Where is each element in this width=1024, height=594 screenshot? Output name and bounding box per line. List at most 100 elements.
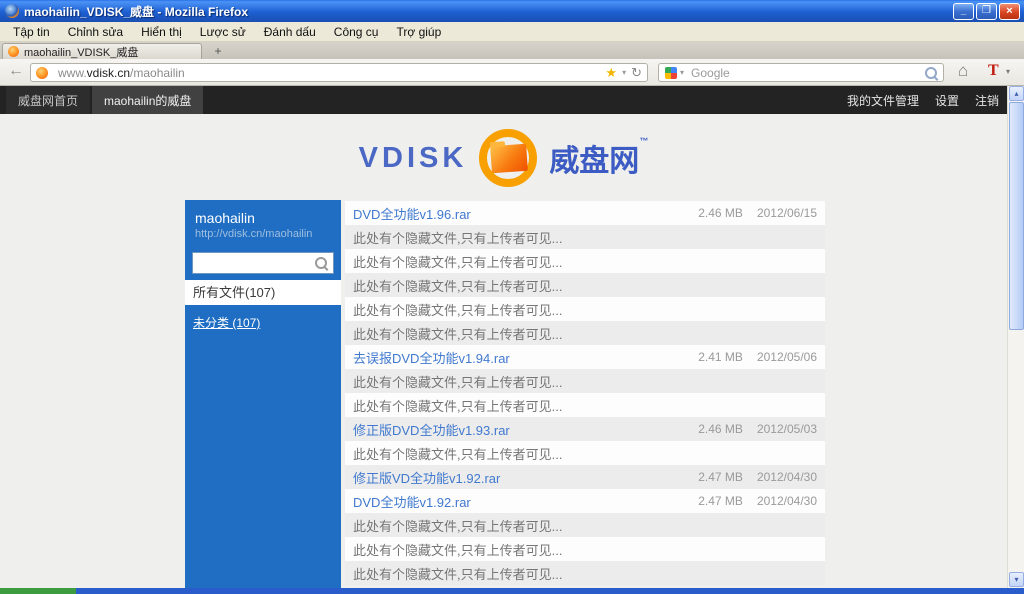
vdisk-favicon [8, 46, 19, 57]
hidden-file-text: 此处有个隐藏文件,只有上传者可见... [353, 254, 563, 270]
addon-t-button[interactable]: T [988, 62, 999, 80]
file-date: 2012/06/15 [756, 206, 817, 220]
file-size: 2.46 MB [698, 422, 743, 436]
file-row: 修正版DVD全功能v1.93.rar 2.46 MB 2012/05/03 [345, 417, 825, 441]
hidden-file-row: 此处有个隐藏文件,只有上传者可见... [345, 297, 825, 321]
hidden-file-row: 此处有个隐藏文件,只有上传者可见... [345, 393, 825, 417]
hidden-file-row: 此处有个隐藏文件,只有上传者可见... [345, 225, 825, 249]
file-link[interactable]: 去误报DVD全功能v1.94.rar [353, 348, 698, 367]
sidebar-all-files[interactable]: 所有文件(107) [185, 280, 341, 305]
file-list: DVD全功能v1.96.rar 2.46 MB 2012/06/15 此处有个隐藏文件… [345, 201, 825, 585]
hidden-file-text: 此处有个隐藏文件,只有上传者可见... [353, 566, 563, 582]
hidden-file-row: 此处有个隐藏文件,只有上传者可见... [345, 561, 825, 585]
file-row: DVD全功能v1.92.rar 2.47 MB 2012/04/30 [345, 489, 825, 513]
file-link[interactable]: 修正版VD全功能v1.92.rar [353, 468, 698, 487]
hidden-file-row: 此处有个隐藏文件,只有上传者可见... [345, 513, 825, 537]
logo-latin-text: VDISK [358, 141, 468, 174]
site-tab-my-vdisk[interactable]: maohailin的威盘 [92, 86, 204, 114]
file-size: 2.46 MB [698, 206, 743, 220]
url-path: /maohailin [130, 65, 185, 80]
user-sidebar: maohailin http://vdisk.cn/maohailin 所有文件… [185, 200, 341, 588]
google-engine-icon[interactable] [665, 66, 677, 79]
minimize-button[interactable]: _ [953, 3, 974, 20]
folder-icon [490, 143, 529, 174]
site-nav-link[interactable]: 设置 [935, 92, 959, 109]
sidebar-search-input[interactable] [192, 252, 334, 274]
hidden-file-row: 此处有个隐藏文件,只有上传者可见... [345, 369, 825, 393]
menu-item[interactable]: Công cụ [325, 25, 388, 39]
file-link[interactable]: DVD全功能v1.96.rar [353, 204, 698, 223]
file-link[interactable]: DVD全功能v1.92.rar [353, 492, 698, 511]
home-button[interactable]: ⌂ [958, 61, 968, 81]
reload-icon[interactable]: ↻ [631, 65, 642, 81]
engine-dropdown-icon[interactable]: ▾ [680, 68, 684, 77]
file-date: 2012/04/30 [756, 494, 817, 508]
url-dropdown-icon[interactable]: ▾ [622, 68, 626, 77]
site-tabs: 威盘网首页 maohailin的威盘 [6, 86, 204, 114]
new-tab-button[interactable]: + [207, 43, 229, 59]
vdisk-logo: VDISK 威盘网™ [0, 122, 1007, 194]
sidebar-uncategorized-link[interactable]: 未分类 (107) [193, 314, 260, 331]
hidden-file-text: 此处有个隐藏文件,只有上传者可见... [353, 542, 563, 558]
menu-item[interactable]: Trợ giúp [387, 25, 450, 39]
restore-button[interactable]: ❒ [976, 3, 997, 20]
sidebar-profile-url: http://vdisk.cn/maohailin [195, 228, 313, 240]
file-link[interactable]: 修正版DVD全功能v1.93.rar [353, 420, 698, 439]
file-size: 2.47 MB [698, 470, 743, 484]
hidden-file-text: 此处有个隐藏文件,只有上传者可见... [353, 278, 563, 294]
search-placeholder: Google [691, 65, 730, 80]
start-button[interactable] [0, 588, 76, 594]
back-button[interactable]: ← [8, 62, 24, 80]
hidden-file-text: 此处有个隐藏文件,只有上传者可见... [353, 374, 563, 390]
scroll-down-button[interactable]: ▾ [1009, 572, 1024, 587]
site-tab-home[interactable]: 威盘网首页 [6, 86, 91, 114]
site-links: 我的文件管理 设置 注销 [847, 86, 999, 114]
file-row: 去误报DVD全功能v1.94.rar 2.41 MB 2012/05/06 [345, 345, 825, 369]
firefox-icon [5, 4, 19, 18]
logo-folder-icon [479, 129, 538, 187]
window-controls: _ ❒ × [953, 3, 1020, 20]
tab-strip: maohailin_VDISK_威盘 + [0, 42, 1024, 59]
file-date: 2012/05/03 [756, 422, 817, 436]
menu-item[interactable]: Đánh dấu [255, 25, 325, 39]
title-bar: maohailin_VDISK_威盘 - Mozilla Firefox _ ❒… [0, 0, 1024, 22]
file-size: 2.47 MB [698, 494, 743, 508]
menu-item[interactable]: Lược sử [191, 25, 255, 39]
hidden-file-text: 此处有个隐藏文件,只有上传者可见... [353, 446, 563, 462]
site-nav-link[interactable]: 我的文件管理 [847, 92, 919, 109]
hidden-file-row: 此处有个隐藏文件,只有上传者可见... [345, 273, 825, 297]
addon-dropdown-icon[interactable]: ▾ [1006, 67, 1010, 76]
search-icon[interactable] [925, 66, 937, 79]
menu-item[interactable]: Chỉnh sửa [59, 25, 132, 39]
trademark-symbol: ™ [639, 136, 649, 146]
vdisk-favicon [36, 66, 48, 79]
url-bar[interactable]: www. vdisk.cn/maohailin ★ ▾ ↻ [30, 63, 648, 82]
site-nav-link[interactable]: 注销 [975, 92, 999, 109]
hidden-file-text: 此处有个隐藏文件,只有上传者可见... [353, 326, 563, 342]
url-prefix: www. [58, 65, 87, 80]
menu-item[interactable]: Tập tin [4, 25, 59, 39]
close-button[interactable]: × [999, 3, 1020, 20]
sidebar-username: maohailin [195, 210, 255, 226]
file-date: 2012/05/06 [756, 350, 817, 364]
menu-item[interactable]: Hiển thị [132, 25, 191, 39]
browser-tab[interactable]: maohailin_VDISK_威盘 [2, 43, 202, 59]
hidden-file-row: 此处有个隐藏文件,只有上传者可见... [345, 441, 825, 465]
scrollbar-thumb[interactable] [1009, 102, 1024, 330]
hidden-file-row: 此处有个隐藏文件,只有上传者可见... [345, 249, 825, 273]
scroll-up-button[interactable]: ▴ [1009, 86, 1024, 101]
bookmark-star-icon[interactable]: ★ [605, 65, 617, 81]
hidden-file-row: 此处有个隐藏文件,只有上传者可见... [345, 321, 825, 345]
file-row: DVD全功能v1.96.rar 2.46 MB 2012/06/15 [345, 201, 825, 225]
search-icon[interactable] [315, 257, 327, 269]
file-date: 2012/04/30 [756, 470, 817, 484]
hidden-file-text: 此处有个隐藏文件,只有上传者可见... [353, 398, 563, 414]
logo-cjk-text: 威盘网™ [549, 136, 649, 178]
window-title: maohailin_VDISK_威盘 - Mozilla Firefox [24, 4, 249, 19]
hidden-file-row: 此处有个隐藏文件,只有上传者可见... [345, 537, 825, 561]
search-bar[interactable]: ▾ Google [658, 63, 944, 82]
windows-taskbar [0, 588, 1024, 594]
vertical-scrollbar[interactable]: ▴ ▾ [1007, 86, 1024, 588]
url-domain: vdisk.cn [86, 65, 131, 80]
file-row: 修正版VD全功能v1.92.rar 2.47 MB 2012/04/30 [345, 465, 825, 489]
